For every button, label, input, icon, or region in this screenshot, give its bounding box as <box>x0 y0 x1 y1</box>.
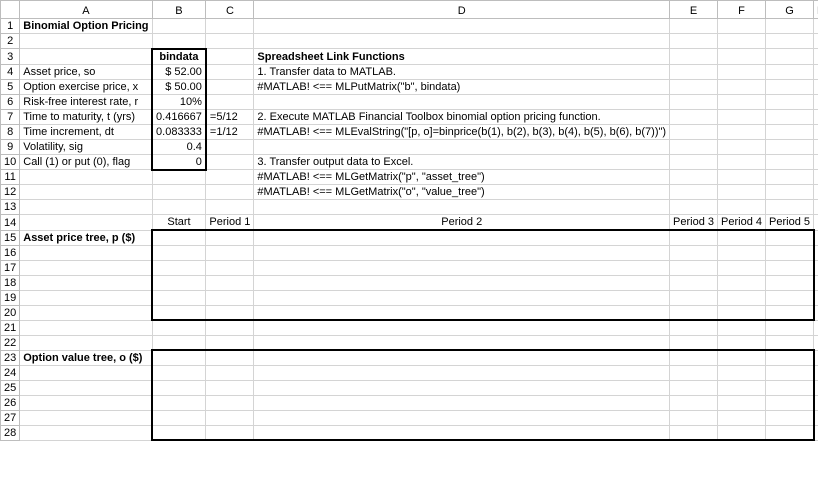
formula-dt[interactable]: =1/12 <box>206 124 254 139</box>
col-B[interactable]: B <box>152 1 206 19</box>
note-3[interactable]: 3. Transfer output data to Excel. <box>254 154 670 170</box>
row-11[interactable]: 11 #MATLAB! <== MLGetMatrix("p", "asset_… <box>1 170 818 185</box>
val-dt[interactable]: 0.083333 <box>152 124 206 139</box>
col-A[interactable]: A <box>20 1 152 19</box>
row-6[interactable]: 6 Risk-free interest rate, r 10% <box>1 94 818 109</box>
val-maturity[interactable]: 0.416667 <box>152 109 206 124</box>
rowhdr-1[interactable]: 1 <box>1 19 20 34</box>
label-flag[interactable]: Call (1) or put (0), flag <box>20 154 152 170</box>
rowhdr-12[interactable]: 12 <box>1 185 20 200</box>
rowhdr-8[interactable]: 8 <box>1 124 20 139</box>
row-27[interactable]: 27 <box>1 410 818 425</box>
note-1a[interactable]: #MATLAB! <== MLPutMatrix("b", bindata) <box>254 79 670 94</box>
label-asset-tree[interactable]: Asset price tree, p ($) <box>20 230 152 245</box>
val-exercise[interactable]: $ 50.00 <box>152 79 206 94</box>
val-rate[interactable]: 10% <box>152 94 206 109</box>
row-17[interactable]: 17 <box>1 260 818 275</box>
note-3a[interactable]: #MATLAB! <== MLGetMatrix("p", "asset_tre… <box>254 170 670 185</box>
label-rate[interactable]: Risk-free interest rate, r <box>20 94 152 109</box>
period-4[interactable]: Period 4 <box>718 215 766 231</box>
period-3[interactable]: Period 3 <box>670 215 718 231</box>
row-8[interactable]: 8 Time increment, dt 0.083333 =1/12 #MAT… <box>1 124 818 139</box>
rowhdr-9[interactable]: 9 <box>1 139 20 154</box>
row-4[interactable]: 4 Asset price, so $ 52.00 1. Transfer da… <box>1 64 818 79</box>
row-24[interactable]: 24 <box>1 365 818 380</box>
rowhdr-10[interactable]: 10 <box>1 154 20 170</box>
row-18[interactable]: 18 <box>1 275 818 290</box>
col-G[interactable]: G <box>766 1 814 19</box>
label-maturity[interactable]: Time to maturity, t (yrs) <box>20 109 152 124</box>
bindata-header[interactable]: bindata <box>152 49 206 65</box>
note-3b[interactable]: #MATLAB! <== MLGetMatrix("o", "value_tre… <box>254 185 670 200</box>
row-23[interactable]: 23 Option value tree, o ($) <box>1 350 818 365</box>
period-start[interactable]: Start <box>152 215 206 231</box>
row-28[interactable]: 28 <box>1 425 818 440</box>
title-cell[interactable]: Binomial Option Pricing <box>20 19 152 34</box>
label-vol[interactable]: Volatility, sig <box>20 139 152 154</box>
rowhdr-5[interactable]: 5 <box>1 79 20 94</box>
row-14[interactable]: 14 Start Period 1 Period 2 Period 3 Peri… <box>1 215 818 231</box>
period-2[interactable]: Period 2 <box>254 215 670 231</box>
row-12[interactable]: 12 #MATLAB! <== MLGetMatrix("o", "value_… <box>1 185 818 200</box>
col-C[interactable]: C <box>206 1 254 19</box>
rowhdr-7[interactable]: 7 <box>1 109 20 124</box>
val-vol[interactable]: 0.4 <box>152 139 206 154</box>
note-2[interactable]: 2. Execute MATLAB Financial Toolbox bino… <box>254 109 670 124</box>
col-E[interactable]: E <box>670 1 718 19</box>
row-21[interactable]: 21 <box>1 320 818 335</box>
label-asset-price[interactable]: Asset price, so <box>20 64 152 79</box>
col-F[interactable]: F <box>718 1 766 19</box>
val-asset-price[interactable]: $ 52.00 <box>152 64 206 79</box>
row-16[interactable]: 16 <box>1 245 818 260</box>
row-5[interactable]: 5 Option exercise price, x $ 50.00 #MATL… <box>1 79 818 94</box>
period-5[interactable]: Period 5 <box>766 215 814 231</box>
functions-header[interactable]: Spreadsheet Link Functions <box>254 49 670 65</box>
label-dt[interactable]: Time increment, dt <box>20 124 152 139</box>
rowhdr-3[interactable]: 3 <box>1 49 20 65</box>
row-15[interactable]: 15 Asset price tree, p ($) <box>1 230 818 245</box>
row-22[interactable]: 22 <box>1 335 818 350</box>
column-header-row[interactable]: A B C D E F G H I J K <box>1 1 818 19</box>
row-13[interactable]: 13 <box>1 200 818 215</box>
rowhdr-14[interactable]: 14 <box>1 215 20 231</box>
rowhdr-15[interactable]: 15 <box>1 230 20 245</box>
row-25[interactable]: 25 <box>1 380 818 395</box>
label-exercise[interactable]: Option exercise price, x <box>20 79 152 94</box>
rowhdr-13[interactable]: 13 <box>1 200 20 215</box>
row-10[interactable]: 10 Call (1) or put (0), flag 0 3. Transf… <box>1 154 818 170</box>
row-2[interactable]: 2 <box>1 34 818 49</box>
val-flag[interactable]: 0 <box>152 154 206 170</box>
rowhdr-2[interactable]: 2 <box>1 34 20 49</box>
row-1[interactable]: 1 Binomial Option Pricing <box>1 19 818 34</box>
label-value-tree[interactable]: Option value tree, o ($) <box>20 350 152 365</box>
row-20[interactable]: 20 <box>1 305 818 320</box>
col-D[interactable]: D <box>254 1 670 19</box>
col-H[interactable]: H <box>814 1 818 19</box>
note-1[interactable]: 1. Transfer data to MATLAB. <box>254 64 670 79</box>
row-3[interactable]: 3 bindata Spreadsheet Link Functions <box>1 49 818 65</box>
period-1[interactable]: Period 1 <box>206 215 254 231</box>
row-7[interactable]: 7 Time to maturity, t (yrs) 0.416667 =5/… <box>1 109 818 124</box>
note-2a[interactable]: #MATLAB! <== MLEvalString("[p, o]=binpri… <box>254 124 670 139</box>
formula-maturity[interactable]: =5/12 <box>206 109 254 124</box>
rowhdr-11[interactable]: 11 <box>1 170 20 185</box>
spreadsheet-grid[interactable]: A B C D E F G H I J K 1 Binomial Option … <box>0 0 818 441</box>
row-19[interactable]: 19 <box>1 290 818 305</box>
rowhdr-6[interactable]: 6 <box>1 94 20 109</box>
rowhdr-4[interactable]: 4 <box>1 64 20 79</box>
row-9[interactable]: 9 Volatility, sig 0.4 <box>1 139 818 154</box>
row-26[interactable]: 26 <box>1 395 818 410</box>
